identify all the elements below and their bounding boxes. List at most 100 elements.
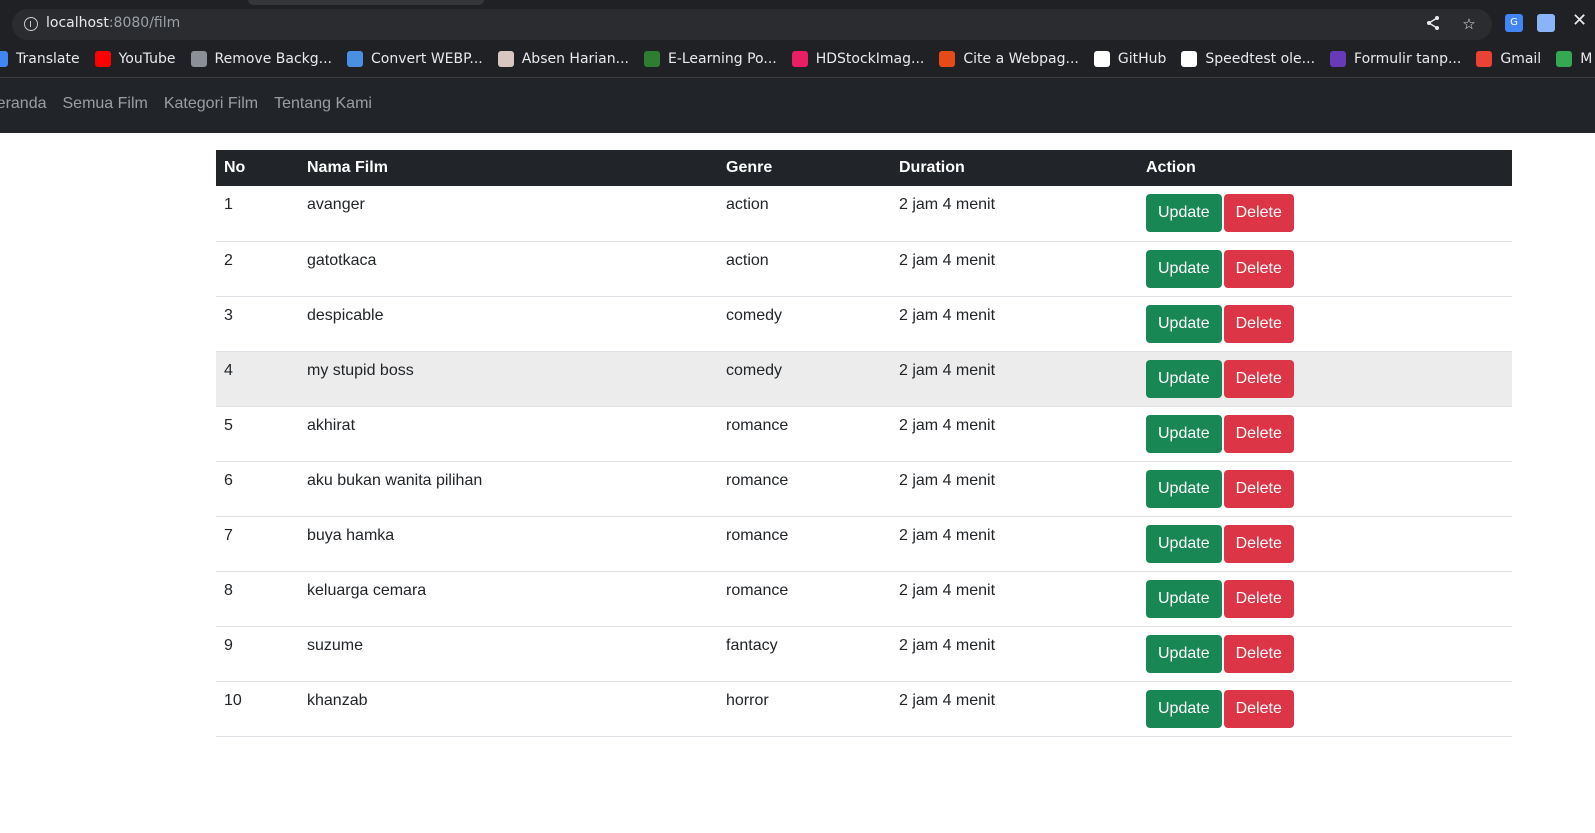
table-row: 3 despicable comedy 2 jam 4 menit Update Dele… [216, 296, 1512, 352]
diamond-icon [347, 51, 364, 67]
bookmark-item[interactable]: Remove Backg... [190, 44, 348, 74]
bookmark-label: Formulir tanp... [1354, 51, 1462, 67]
cell-genre: comedy [718, 351, 891, 407]
url-text[interactable]: localhost:8080/film [46, 15, 180, 31]
share-icon[interactable] [1424, 15, 1442, 33]
update-button[interactable]: Update [1146, 414, 1222, 453]
delete-button[interactable]: Delete [1223, 304, 1294, 343]
cell-action: Update Delete [1138, 516, 1512, 572]
delete-button[interactable]: Delete [1223, 579, 1294, 618]
cell-duration: 2 jam 4 menit [891, 351, 1138, 407]
cell-action: Update Delete [1138, 186, 1512, 242]
site-info-icon[interactable] [24, 17, 38, 31]
bookmark-label: Translate [16, 51, 80, 67]
bookmark-item[interactable]: M [1556, 44, 1595, 74]
update-button[interactable]: Update [1146, 249, 1222, 288]
bookmark-item[interactable]: GitHub [1093, 44, 1182, 74]
nav-link-semua-film[interactable]: Semua Film [63, 95, 148, 113]
bookmark-item[interactable]: Translate [0, 44, 95, 74]
header-action: Action [1138, 150, 1512, 186]
calendar-icon [497, 51, 514, 67]
cell-genre: romance [718, 571, 891, 627]
table-row: 10 khanzab horror 2 jam 4 menit Update Delete [216, 681, 1512, 737]
film-table-container: No Nama Film Genre Duration Action 1 avan… [216, 150, 1512, 737]
nav-link-kategori-film[interactable]: Kategori Film [164, 95, 258, 113]
cell-duration: 2 jam 4 menit [891, 296, 1138, 352]
delete-button[interactable]: Delete [1223, 689, 1294, 728]
update-button[interactable]: Update [1146, 469, 1222, 508]
cell-duration: 2 jam 4 menit [891, 461, 1138, 517]
gmail-icon [1476, 51, 1493, 67]
elearning-icon [643, 51, 660, 67]
cell-action: Update Delete [1138, 241, 1512, 297]
cell-no: 7 [216, 516, 299, 572]
update-button[interactable]: Update [1146, 689, 1222, 728]
update-button[interactable]: Update [1146, 579, 1222, 618]
address-bar[interactable]: localhost:8080/film ☆ [12, 9, 1492, 40]
update-button[interactable]: Update [1146, 359, 1222, 398]
cell-duration: 2 jam 4 menit [891, 516, 1138, 572]
cell-duration: 2 jam 4 menit [891, 571, 1138, 627]
delete-button[interactable]: Delete [1223, 524, 1294, 563]
layers-icon [190, 51, 207, 67]
update-button[interactable]: Update [1146, 634, 1222, 673]
cell-no: 3 [216, 296, 299, 352]
bookmark-item[interactable]: Formulir tanp... [1330, 44, 1476, 74]
bookmark-item[interactable]: Cite a Webpag... [939, 44, 1093, 74]
bookmark-star-icon[interactable]: ☆ [1460, 15, 1478, 33]
github-icon [1093, 51, 1110, 67]
cell-nama-film: khanzab [299, 681, 718, 737]
bookmark-item[interactable]: Speedtest ole... [1181, 44, 1330, 74]
cell-action: Update Delete [1138, 626, 1512, 682]
cell-genre: action [718, 186, 891, 242]
active-tab[interactable] [248, 0, 484, 5]
bookmark-label: Speedtest ole... [1205, 51, 1316, 67]
delete-button[interactable]: Delete [1223, 414, 1294, 453]
delete-button[interactable]: Delete [1223, 634, 1294, 673]
url-path: :8080/film [108, 15, 181, 31]
table-row: 2 gatotkaca action 2 jam 4 menit Update Delet… [216, 241, 1512, 297]
film-table: No Nama Film Genre Duration Action 1 avan… [216, 150, 1512, 737]
update-button[interactable]: Update [1146, 194, 1222, 232]
delete-button[interactable]: Delete [1223, 249, 1294, 288]
bookmark-item[interactable]: Convert WEBP... [347, 44, 498, 74]
cell-no: 2 [216, 241, 299, 297]
cell-genre: romance [718, 406, 891, 462]
cell-nama-film: akhirat [299, 406, 718, 462]
translate-icon [0, 51, 8, 67]
nav-link-beranda[interactable]: Beranda [0, 95, 47, 113]
cell-duration: 2 jam 4 menit [891, 626, 1138, 682]
cell-duration: 2 jam 4 menit [891, 241, 1138, 297]
bookmark-item[interactable]: YouTube [94, 44, 191, 74]
maps-icon [1556, 51, 1573, 67]
cell-nama-film: despicable [299, 296, 718, 352]
forms-icon [1330, 51, 1347, 67]
browser-chrome: localhost:8080/film ☆ G ✕ Translate YouTu… [0, 0, 1595, 78]
bookmark-item[interactable]: HDStockImag... [791, 44, 940, 74]
app-navbar: Beranda Semua Film Kategori Film Tentang… [0, 78, 1595, 133]
delete-button[interactable]: Delete [1223, 194, 1294, 232]
close-icon[interactable]: ✕ [1572, 10, 1587, 31]
cell-no: 4 [216, 351, 299, 407]
bookmarks-bar: Translate YouTube Remove Backg... Convert W… [0, 44, 1595, 74]
update-button[interactable]: Update [1146, 304, 1222, 343]
bookmark-label: Gmail [1500, 51, 1542, 67]
cell-no: 10 [216, 681, 299, 737]
cell-action: Update Delete [1138, 296, 1512, 352]
delete-button[interactable]: Delete [1223, 359, 1294, 398]
bookmark-item[interactable]: Absen Harian... [497, 44, 644, 74]
bookmark-item[interactable]: Gmail [1476, 44, 1556, 74]
cell-genre: romance [718, 516, 891, 572]
delete-button[interactable]: Delete [1223, 469, 1294, 508]
cell-nama-film: avanger [299, 186, 718, 242]
table-header-row: No Nama Film Genre Duration Action [216, 150, 1512, 186]
bookmark-label: Absen Harian... [521, 51, 629, 67]
google-translate-extension-icon[interactable]: G [1505, 14, 1523, 32]
table-row: 4 my stupid boss comedy 2 jam 4 menit Update… [216, 351, 1512, 407]
update-button[interactable]: Update [1146, 524, 1222, 563]
hd-icon [791, 51, 808, 67]
bookmark-item[interactable]: E-Learning Po... [643, 44, 792, 74]
cell-duration: 2 jam 4 menit [891, 406, 1138, 462]
nav-link-tentang-kami[interactable]: Tentang Kami [274, 95, 372, 113]
copy-extension-icon[interactable] [1537, 14, 1555, 32]
